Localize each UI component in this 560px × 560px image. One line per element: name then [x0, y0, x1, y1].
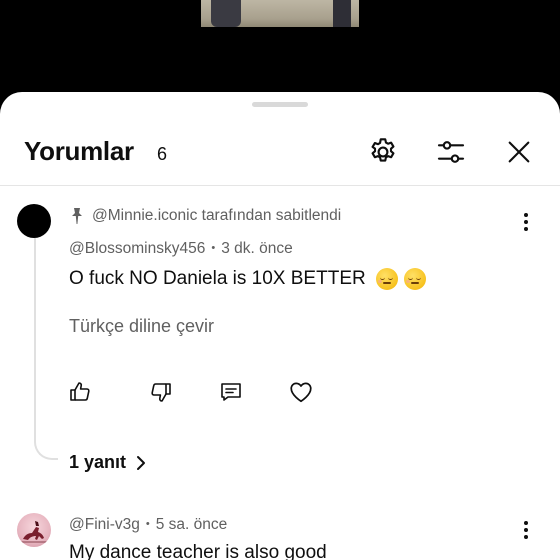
video-player-area[interactable]: [0, 0, 560, 92]
comment-meta: @Fini-v3g • 5 sa. önce: [69, 516, 227, 534]
like-button[interactable]: [67, 379, 93, 405]
comments-sheet: Yorumlar 6 @Minnie.iconic tarafından sab…: [0, 92, 560, 560]
header-divider: [0, 185, 560, 186]
comment-text: O fuck NO Daniela is 10X BETTER: [69, 268, 366, 289]
comments-header: Yorumlar 6: [0, 122, 560, 184]
pinned-indicator: @Minnie.iconic tarafından sabitlendi: [69, 205, 341, 227]
meta-separator: •: [145, 518, 150, 530]
sliders-icon: [437, 141, 465, 163]
thumbs-down-icon: [151, 383, 171, 402]
chevron-right-icon: [134, 455, 148, 471]
filter-button[interactable]: [431, 132, 471, 172]
close-icon: [508, 141, 530, 163]
more-vert-icon: [524, 213, 528, 217]
comment-text: My dance teacher is also good: [69, 542, 327, 560]
dislike-button[interactable]: [148, 379, 174, 405]
comments-count: 6: [157, 144, 168, 164]
reply-button[interactable]: [218, 379, 244, 405]
pinned-label: @Minnie.iconic tarafından sabitlendi: [92, 207, 342, 224]
relieved-face-emoji: [375, 268, 398, 290]
replies-count: 1 yanıt: [69, 452, 127, 472]
comment-author[interactable]: @Blossominsky456: [69, 240, 205, 257]
comment-time: 3 dk. önce: [221, 240, 293, 257]
settings-button[interactable]: [363, 132, 403, 172]
thumbs-up-icon: [70, 382, 90, 401]
creator-heart-button[interactable]: [288, 379, 314, 405]
thread-connector: [34, 238, 58, 460]
drag-handle[interactable]: [252, 102, 308, 107]
meta-separator: •: [211, 242, 216, 254]
comment-body: O fuck NO Daniela is 10X BETTER: [69, 268, 426, 290]
translate-link[interactable]: Türkçe diline çevir: [69, 316, 214, 337]
comment-author[interactable]: @Fini-v3g: [69, 516, 140, 533]
close-button[interactable]: [499, 132, 539, 172]
relieved-face-emoji: [403, 268, 426, 290]
comment-more-button[interactable]: [516, 518, 536, 542]
avatar[interactable]: [17, 204, 51, 238]
comment-more-button[interactable]: [516, 210, 536, 234]
heart-icon: [290, 382, 312, 403]
comment-meta: @Blossominsky456 • 3 dk. önce: [69, 240, 293, 258]
reply-icon: [221, 383, 241, 401]
more-vert-icon: [524, 521, 528, 525]
avatar[interactable]: [17, 513, 51, 547]
pin-icon: [69, 207, 87, 225]
video-frame: [201, 0, 359, 27]
view-replies-button[interactable]: 1 yanıt: [69, 452, 148, 473]
comment-time: 5 sa. önce: [155, 516, 228, 533]
gear-icon: [371, 138, 395, 162]
comments-title: Yorumlar: [24, 136, 134, 166]
